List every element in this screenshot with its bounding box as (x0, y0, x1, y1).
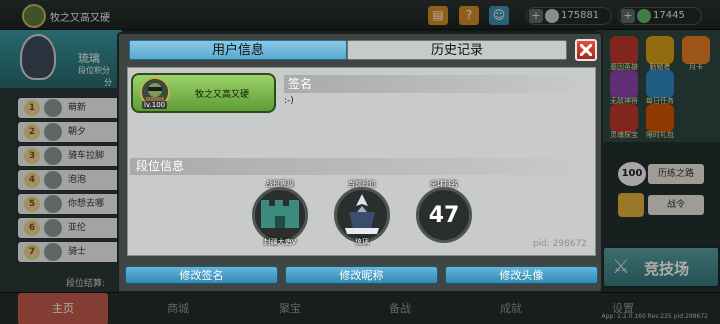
signature-title: 签名 (284, 75, 592, 93)
dialog-content: lv.100 牧之又高又硬 签名 :-) 段位信息 战役等级 封疆大吏V 当前段… (127, 67, 596, 256)
global-rank-value: 47 (428, 203, 460, 228)
global-rank-badge: 全球排名 47 (412, 179, 476, 249)
user-info-dialog: 用户信息 历史记录 lv.100 牧之又高又硬 签名 :-) 段位信息 战役等级 (117, 32, 603, 293)
global-rank-circle: 47 (416, 187, 472, 243)
dialog-tabs: 用户信息 历史记录 (129, 40, 567, 60)
edit-signature-button[interactable]: 修改签名 (125, 266, 278, 284)
tab-user-info[interactable]: 用户信息 (129, 40, 347, 60)
user-level: lv.100 (142, 101, 168, 109)
badge-label: 封疆大吏V (263, 238, 297, 246)
player-id: pid: 298672 (532, 239, 587, 249)
edit-avatar-button[interactable]: 修改头像 (445, 266, 598, 284)
current-rank-badge: 当前段位 琉璃 (330, 179, 394, 249)
close-button[interactable] (575, 39, 597, 61)
user-card: lv.100 牧之又高又硬 (131, 73, 276, 113)
user-nickname: 牧之又高又硬 (195, 90, 250, 100)
close-icon (580, 44, 592, 56)
badge-label: 琉璃 (355, 238, 369, 246)
edit-nickname-button[interactable]: 修改昵称 (285, 266, 438, 284)
rank-section-title: 段位信息 (130, 158, 593, 175)
fortress-icon (261, 200, 299, 228)
campaign-level-circle (252, 187, 308, 243)
signature-text: :-) (284, 96, 294, 106)
crystal-rank-icon (345, 194, 379, 234)
tab-history[interactable]: 历史记录 (347, 40, 567, 60)
campaign-level-badge: 战役等级 封疆大吏V (248, 179, 312, 249)
current-rank-circle (334, 187, 390, 243)
